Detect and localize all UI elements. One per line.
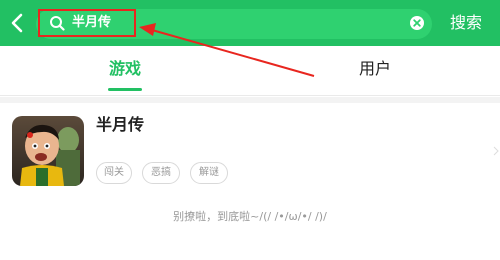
tag-chip[interactable]: 闯关	[96, 162, 132, 184]
tab-bar: 游戏 用户	[0, 46, 500, 96]
active-tab-indicator	[108, 88, 142, 91]
tab-games[interactable]: 游戏	[90, 46, 160, 92]
tab-users[interactable]: 用户	[340, 46, 410, 92]
game-icon-image[interactable]	[12, 116, 84, 186]
end-of-list-text: 别撩啦，到底啦~/(/ /•/ω/•/ /)/	[173, 210, 327, 223]
section-divider	[0, 97, 500, 103]
annotation-highlight-box	[38, 9, 136, 37]
chevron-right-icon	[493, 146, 499, 156]
tag-chip[interactable]: 解谜	[190, 162, 228, 184]
back-button[interactable]	[8, 11, 26, 35]
game-title[interactable]: 半月传	[96, 114, 144, 136]
tag-chip[interactable]: 恶搞	[142, 162, 180, 184]
back-arrow-icon	[11, 13, 23, 33]
search-button[interactable]: 搜索	[450, 10, 482, 36]
clear-icon[interactable]	[409, 15, 425, 31]
